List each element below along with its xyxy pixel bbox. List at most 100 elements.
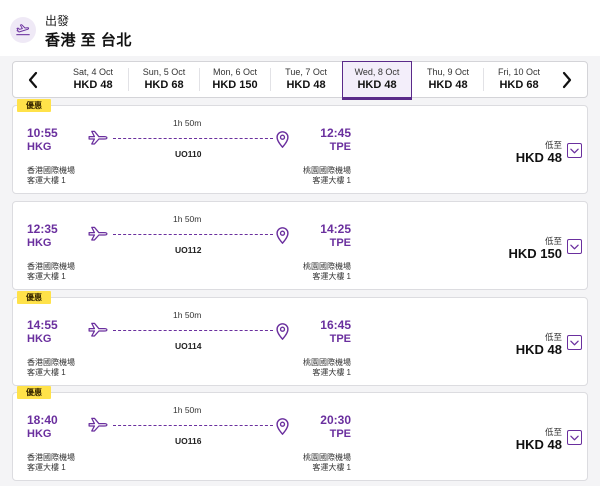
departure-terminal: 客運大樓 1 <box>27 368 66 377</box>
date-divider <box>128 68 129 91</box>
flight-card[interactable]: 12:35 HKG 香港國際機場 客運大樓 1 1h 50m UO112 14:25 TPE 桃… <box>12 201 588 290</box>
promo-badge: 優惠 <box>17 99 51 112</box>
departure-time: 14:55 <box>27 318 58 332</box>
flight-card[interactable]: 18:40 HKG 香港國際機場 客運大樓 1 1h 50m UO116 20:30 TPE 桃… <box>12 392 588 481</box>
date-option[interactable]: Tue, 7 Oct HKD 48 <box>271 62 341 97</box>
date-option[interactable]: Sun, 5 Oct HKD 68 <box>129 62 199 97</box>
departure-code: HKG <box>27 237 52 249</box>
departure-airport: 香港國際機場 <box>27 358 75 367</box>
chevron-down-icon <box>570 148 579 154</box>
plane-icon <box>87 322 109 343</box>
departure-plane-icon <box>10 17 36 43</box>
lowest-price: HKD 48 <box>515 342 562 357</box>
flight-duration: 1h 50m <box>173 214 202 224</box>
departure-code: HKG <box>27 141 52 153</box>
chevron-down-icon <box>570 244 579 250</box>
route-title: 香港 至 台北 <box>45 32 132 49</box>
arrival-time: 14:25 <box>320 222 351 236</box>
arrival-airport: 桃園國際機場 <box>303 166 351 175</box>
flight-number: UO110 <box>175 149 202 159</box>
expand-button[interactable] <box>567 239 582 254</box>
date-label: Sat, 4 Oct <box>72 67 114 77</box>
arrival-terminal: 客運大樓 1 <box>312 272 351 281</box>
date-label: Mon, 6 Oct <box>212 67 257 77</box>
date-label: Fri, 10 Oct <box>497 67 540 77</box>
plane-icon <box>87 417 109 438</box>
next-dates-button[interactable] <box>547 62 587 97</box>
date-divider <box>199 68 200 91</box>
route-line <box>113 234 273 235</box>
location-pin-icon <box>275 130 290 153</box>
date-option[interactable]: Fri, 10 Oct HKD 68 <box>484 62 554 97</box>
date-price: HKD 68 <box>499 79 539 91</box>
chevron-left-icon <box>28 71 38 88</box>
arrival-code: TPE <box>329 237 351 249</box>
date-label: Thu, 9 Oct <box>426 67 470 77</box>
flight-card[interactable]: 10:55 HKG 香港國際機場 客運大樓 1 1h 50m UO110 12:45 TPE 桃… <box>12 105 588 194</box>
arrival-airport: 桃園國際機場 <box>303 358 351 367</box>
previous-dates-button[interactable] <box>13 62 53 97</box>
date-divider <box>270 68 271 91</box>
date-label: Wed, 8 Oct <box>354 67 400 77</box>
direction-label: 出發 <box>45 14 70 28</box>
departure-airport: 香港國際機場 <box>27 453 75 462</box>
date-price: HKD 48 <box>357 79 397 91</box>
date-selector: Sat, 4 Oct HKD 48 Sun, 5 Oct HKD 68 Mon, 6 O… <box>12 61 588 100</box>
arrival-terminal: 客運大樓 1 <box>312 176 351 185</box>
date-price: HKD 150 <box>212 79 258 91</box>
arrival-airport: 桃園國際機場 <box>303 262 351 271</box>
date-price: HKD 48 <box>428 79 468 91</box>
departure-time: 10:55 <box>27 126 58 140</box>
chevron-right-icon <box>562 71 572 88</box>
lowest-price: HKD 48 <box>515 437 562 452</box>
date-option[interactable]: Sat, 4 Oct HKD 48 <box>58 62 128 97</box>
arrival-terminal: 客運大樓 1 <box>312 463 351 472</box>
flight-card[interactable]: 14:55 HKG 香港國際機場 客運大樓 1 1h 50m UO114 16:45 TPE 桃… <box>12 297 588 386</box>
expand-button[interactable] <box>567 430 582 445</box>
date-price: HKD 68 <box>144 79 184 91</box>
departure-time: 12:35 <box>27 222 58 236</box>
arrival-code: TPE <box>329 428 351 440</box>
arrival-terminal: 客運大樓 1 <box>312 368 351 377</box>
route-line <box>113 425 273 426</box>
date-option[interactable]: Mon, 6 Oct HKD 150 <box>200 62 270 97</box>
plane-icon <box>87 226 109 247</box>
date-price: HKD 48 <box>73 79 113 91</box>
departure-terminal: 客運大樓 1 <box>27 272 66 281</box>
departure-terminal: 客運大樓 1 <box>27 463 66 472</box>
promo-badge: 優惠 <box>17 291 51 304</box>
chevron-down-icon <box>570 340 579 346</box>
departure-airport: 香港國際機場 <box>27 262 75 271</box>
plane-icon <box>87 130 109 151</box>
flight-duration: 1h 50m <box>173 405 202 415</box>
location-pin-icon <box>275 417 290 440</box>
arrival-time: 16:45 <box>320 318 351 332</box>
arrival-time: 12:45 <box>320 126 351 140</box>
arrival-airport: 桃園國際機場 <box>303 453 351 462</box>
date-price: HKD 48 <box>286 79 326 91</box>
departure-airport: 香港國際機場 <box>27 166 75 175</box>
arrival-time: 20:30 <box>320 413 351 427</box>
date-option[interactable]: Thu, 9 Oct HKD 48 <box>413 62 483 97</box>
page-header: 出發 香港 至 台北 <box>0 0 600 56</box>
arrival-code: TPE <box>329 333 351 345</box>
flight-number: UO114 <box>175 341 202 351</box>
lowest-price: HKD 48 <box>515 150 562 165</box>
expand-button[interactable] <box>567 335 582 350</box>
location-pin-icon <box>275 322 290 345</box>
departure-code: HKG <box>27 333 52 345</box>
chevron-down-icon <box>570 435 579 441</box>
promo-badge: 優惠 <box>17 386 51 399</box>
location-pin-icon <box>275 226 290 249</box>
date-divider <box>483 68 484 91</box>
arrival-code: TPE <box>329 141 351 153</box>
lowest-price: HKD 150 <box>508 246 562 261</box>
flight-number: UO112 <box>175 245 202 255</box>
departure-time: 18:40 <box>27 413 58 427</box>
expand-button[interactable] <box>567 143 582 158</box>
date-label: Tue, 7 Oct <box>285 67 327 77</box>
date-option-selected[interactable]: Wed, 8 Oct HKD 48 <box>342 61 412 100</box>
date-label: Sun, 5 Oct <box>142 67 186 77</box>
departure-terminal: 客運大樓 1 <box>27 176 66 185</box>
flight-duration: 1h 50m <box>173 310 202 320</box>
